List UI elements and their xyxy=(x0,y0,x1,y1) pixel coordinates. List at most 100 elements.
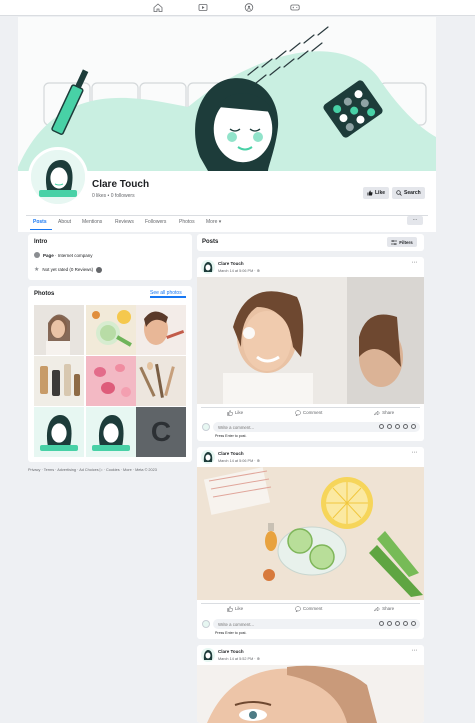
more-options-button[interactable]: ··· xyxy=(407,216,423,225)
comment-button[interactable]: Comment xyxy=(295,409,323,416)
search-page-button[interactable]: Search xyxy=(392,187,425,199)
posts-header: Posts Filters xyxy=(197,234,424,251)
photo-thumbnail[interactable] xyxy=(34,305,84,355)
video-icon[interactable] xyxy=(198,3,208,12)
comment-composer xyxy=(201,422,420,432)
photos-card: Photos See all photos C xyxy=(28,286,192,462)
active-tab-indicator xyxy=(30,229,52,230)
search-page-label: Search xyxy=(404,190,421,196)
intro-rating-row: ★ Not yet rated (0 Reviews) xyxy=(34,266,103,273)
comment-button[interactable]: Comment xyxy=(295,605,323,612)
post-timestamp[interactable]: March 14 at 5:52 PM · ⊕ xyxy=(218,656,260,661)
post-author[interactable]: Clare Touch xyxy=(218,261,244,266)
gaming-icon[interactable] xyxy=(290,3,300,12)
tab-mentions[interactable]: Mentions xyxy=(82,219,102,225)
page-stats: 0 likes • 0 followers xyxy=(92,193,135,199)
like-button[interactable]: Like xyxy=(227,409,243,416)
tab-reviews[interactable]: Reviews xyxy=(115,219,134,225)
profile-header: Clare Touch 0 likes • 0 followers Like S… xyxy=(18,17,436,232)
comment-label: Comment xyxy=(302,410,323,415)
intro-category: · Internet company xyxy=(53,252,93,258)
comment-icon xyxy=(295,605,301,612)
tab-photos[interactable]: Photos xyxy=(179,219,195,225)
intro-page-label: Page xyxy=(43,252,54,258)
post-image[interactable] xyxy=(197,467,424,600)
share-label: Share xyxy=(382,410,395,415)
photos-title: Photos xyxy=(34,291,55,297)
avatar-sticker-icon[interactable] xyxy=(379,424,384,429)
tab-more[interactable]: More ▾ xyxy=(206,219,221,225)
like-page-button[interactable]: Like xyxy=(363,187,390,199)
emoji-icon[interactable] xyxy=(387,424,392,429)
post-image[interactable] xyxy=(197,665,424,723)
tab-about[interactable]: About xyxy=(58,219,71,225)
intro-rating: Not yet rated (0 Reviews) xyxy=(42,267,94,272)
footer-links[interactable]: Privacy · Terms · Advertising · Ad Choic… xyxy=(28,467,157,472)
post-timestamp[interactable]: March 14 at 5:06 PM · ⊕ xyxy=(218,268,260,273)
comment-label: Comment xyxy=(302,606,323,611)
gif-icon[interactable] xyxy=(403,424,408,429)
intro-card: Intro Page · Internet company ★ Not yet … xyxy=(28,234,192,280)
photo-thumbnail[interactable]: C xyxy=(136,407,186,457)
post-author[interactable]: Clare Touch xyxy=(218,649,244,654)
info-icon xyxy=(34,252,40,258)
photo-thumbnail[interactable] xyxy=(136,305,186,355)
cover-photo xyxy=(18,17,436,171)
post-options-icon[interactable]: ··· xyxy=(412,449,418,456)
filters-label: Filters xyxy=(399,239,413,245)
avatar-sticker-icon[interactable] xyxy=(379,621,384,626)
filter-icon xyxy=(391,239,398,245)
camera-icon[interactable] xyxy=(395,621,400,626)
sticker-icon[interactable] xyxy=(411,424,416,429)
see-all-underline xyxy=(150,296,186,298)
comment-icon xyxy=(295,409,301,416)
filters-button[interactable]: Filters xyxy=(387,237,417,247)
thumbs-up-icon xyxy=(367,190,373,196)
posts-title: Posts xyxy=(202,239,219,245)
post-options-icon[interactable]: ··· xyxy=(412,647,418,654)
post-author-avatar[interactable] xyxy=(201,648,215,662)
post-timestamp[interactable]: March 14 at 5:06 PM · ⊕ xyxy=(218,458,260,463)
post-author[interactable]: Clare Touch xyxy=(218,451,244,456)
comment-tools xyxy=(379,424,416,429)
home-icon[interactable] xyxy=(153,3,163,12)
photo-thumbnail[interactable] xyxy=(86,356,136,406)
thumbs-up-icon xyxy=(227,605,233,612)
info-icon xyxy=(96,266,103,273)
share-button[interactable]: Share xyxy=(374,409,395,416)
commenter-avatar xyxy=(202,620,210,628)
share-button[interactable]: Share xyxy=(374,605,395,612)
post-action-bar: Like Comment Share xyxy=(201,407,420,417)
post-author-avatar[interactable] xyxy=(201,260,215,274)
photo-thumbnail[interactable] xyxy=(86,407,136,457)
intro-category-row: Page · Internet company xyxy=(34,252,93,258)
star-icon: ★ xyxy=(34,267,40,273)
photo-thumbnail[interactable] xyxy=(34,407,84,457)
tabs-divider xyxy=(26,215,428,216)
post-image[interactable] xyxy=(197,277,424,404)
camera-icon[interactable] xyxy=(395,424,400,429)
photo-thumbnail[interactable] xyxy=(86,305,136,355)
share-label: Share xyxy=(382,606,395,611)
page-name: Clare Touch xyxy=(92,179,150,190)
tab-posts[interactable]: Posts xyxy=(33,219,47,225)
share-icon xyxy=(374,409,380,416)
post-author-avatar[interactable] xyxy=(201,450,215,464)
post-card: Clare Touch March 14 at 5:06 PM · ⊕ ··· … xyxy=(197,447,424,639)
press-enter-hint: Press Enter to post. xyxy=(215,434,247,438)
gif-icon[interactable] xyxy=(403,621,408,626)
comment-tools xyxy=(379,621,416,626)
sticker-icon[interactable] xyxy=(411,621,416,626)
post-action-bar: Like Comment Share xyxy=(201,603,420,613)
post-card: Clare Touch March 14 at 5:52 PM · ⊕ ··· xyxy=(197,645,424,723)
emoji-icon[interactable] xyxy=(387,621,392,626)
like-button[interactable]: Like xyxy=(227,605,243,612)
tab-followers[interactable]: Followers xyxy=(145,219,166,225)
intro-title: Intro xyxy=(34,239,48,245)
page-avatar[interactable] xyxy=(28,147,88,207)
photo-thumbnail[interactable] xyxy=(136,356,186,406)
post-card: Clare Touch March 14 at 5:06 PM · ⊕ ··· … xyxy=(197,257,424,441)
photo-thumbnail[interactable] xyxy=(34,356,84,406)
post-options-icon[interactable]: ··· xyxy=(412,259,418,266)
groups-icon[interactable] xyxy=(244,3,254,12)
